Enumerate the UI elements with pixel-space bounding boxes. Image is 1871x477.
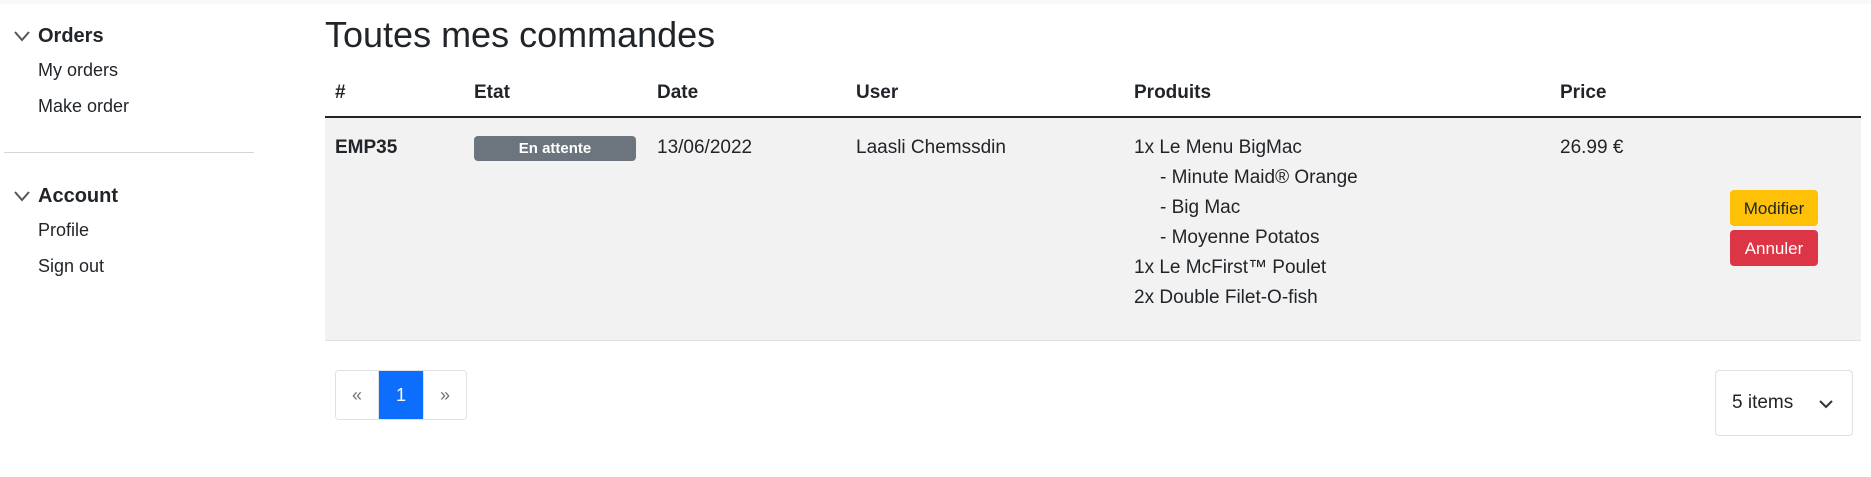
sidebar: Orders My orders Make order Account Prof… [0, 0, 260, 477]
sidebar-section-orders: Orders My orders Make order [0, 20, 260, 124]
column-header-status: Etat [474, 82, 510, 103]
sidebar-item-make-order[interactable]: Make order [38, 88, 260, 124]
account-section-toggle[interactable]: Account [0, 180, 260, 212]
page-size-value: 5 items [1732, 392, 1794, 413]
chevron-down-icon [1819, 400, 1833, 409]
order-user: Laasli Chemssdin [856, 137, 1006, 158]
pagination-prev-button[interactable]: « [336, 371, 379, 419]
column-header-date: Date [657, 82, 699, 103]
column-header-products: Produits [1134, 82, 1212, 103]
pagination: « 1 » [335, 370, 467, 420]
status-badge: En attente [474, 136, 636, 161]
column-header-price: Price [1560, 82, 1607, 103]
pagination-next-button[interactable]: » [424, 371, 466, 419]
column-header-id: # [335, 82, 346, 103]
order-price: 26.99 € [1560, 137, 1624, 158]
page-title: Toutes mes commandes [325, 14, 716, 55]
sidebar-divider [4, 152, 254, 153]
order-date: 13/06/2022 [657, 137, 753, 158]
product-sub-line: - Minute Maid® Orange [1160, 167, 1358, 188]
orders-section-title: Orders [38, 24, 104, 47]
column-header-user: User [856, 82, 899, 103]
order-products: 1x Le Menu BigMac - Minute Maid® Orange … [1134, 133, 1358, 313]
account-section-title: Account [38, 184, 118, 207]
product-sub-line: - Big Mac [1160, 197, 1241, 218]
chevron-down-icon [14, 191, 30, 202]
table-row: EMP35 En attente 13/06/2022 Laasli Chems… [325, 118, 1861, 341]
edit-order-button[interactable]: Modifier [1730, 190, 1818, 226]
page-size-select[interactable]: 5 items [1715, 370, 1853, 436]
orders-section-toggle[interactable]: Orders [0, 20, 260, 52]
product-line: 1x Le McFirst™ Poulet [1134, 257, 1327, 278]
sidebar-item-sign-out[interactable]: Sign out [38, 248, 260, 284]
product-line: 1x Le Menu BigMac [1134, 137, 1302, 158]
pagination-page-1[interactable]: 1 [379, 371, 424, 419]
orders-table: # Etat Date User Produits Price EMP35 En… [325, 76, 1861, 341]
sidebar-item-profile[interactable]: Profile [38, 212, 260, 248]
sidebar-section-account: Account Profile Sign out [0, 180, 260, 284]
order-id: EMP35 [335, 137, 398, 158]
sidebar-item-my-orders[interactable]: My orders [38, 52, 260, 88]
chevron-down-icon [14, 31, 30, 42]
cancel-order-button[interactable]: Annuler [1730, 230, 1818, 266]
main-content: Toutes mes commandes # Etat Date User Pr… [325, 0, 1861, 477]
table-header: # Etat Date User Produits Price [325, 76, 1861, 118]
product-sub-line: - Moyenne Potatos [1160, 227, 1320, 248]
product-line: 2x Double Filet-O-fish [1134, 287, 1318, 308]
